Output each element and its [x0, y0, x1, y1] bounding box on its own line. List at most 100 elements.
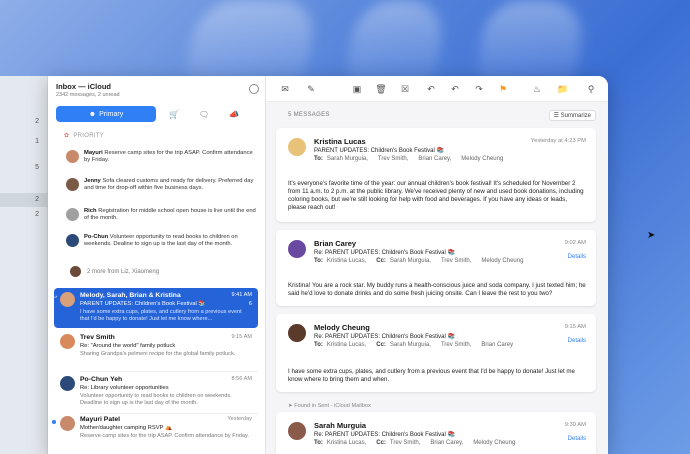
message-from: Brian Carey [314, 239, 357, 248]
mail-window: Inbox — iCloud 2342 messages, 2 unread ☻… [48, 76, 608, 454]
sidebar-count: 5 [35, 164, 39, 171]
list-item-subject: Mother/daughter camping RSVP ⛺ [80, 425, 173, 431]
priority-text: Sofa cleared customs and ready for deliv… [84, 178, 254, 192]
reply-all-icon[interactable]: ↶ [448, 82, 462, 96]
message-time: Yesterday at 4:23 PM [530, 138, 586, 144]
details-link[interactable]: Details [568, 436, 586, 442]
message-card[interactable]: Brian Carey 9:02 AM Details Re: PARENT U… [276, 230, 596, 306]
tab-updates-chat-icon[interactable]: 🗨 [192, 106, 216, 122]
priority-item[interactable]: Mayuri Reserve camp sites for the trip A… [66, 150, 256, 164]
trash-icon[interactable]: 🗑 [374, 82, 388, 96]
list-item-from: Po-Chun Yeh [80, 376, 123, 383]
avatar [66, 208, 79, 221]
filter-icon[interactable] [249, 84, 259, 94]
avatar [288, 422, 306, 440]
recipient[interactable]: Sarah Murguia, [327, 156, 368, 162]
avatar [66, 234, 79, 247]
archive-icon[interactable]: ▣ [350, 82, 364, 96]
list-item-subject: Re: Library volunteer opportunities [80, 385, 169, 391]
recipient[interactable]: Brian Carey, [418, 156, 451, 162]
recipient[interactable]: Trev Smith, [441, 258, 471, 264]
priority-from: Po-Chun [84, 234, 109, 240]
message-subject: Re: PARENT UPDATES: Children's Book Fest… [314, 334, 455, 340]
message-subject: PARENT UPDATES: Children's Book Festival… [314, 148, 444, 154]
recipient[interactable]: Kristina Lucas, [327, 258, 366, 264]
toolbar: ✉ ✎ ▣ 🗑 ☒ ↶ ↶ ↷ ⚑ ♨ 📁 ⚲ [266, 76, 608, 102]
priority-label: PRIORITY [73, 132, 105, 139]
avatar [66, 150, 79, 163]
to-label: To: [314, 258, 323, 264]
priority-more-text: 2 more from Liz, Xiaomeng [87, 268, 160, 275]
mail-icon[interactable]: ✉ [278, 82, 292, 96]
compose-icon[interactable]: ✎ [304, 82, 318, 96]
priority-more-row[interactable]: 2 more from Liz, Xiaomeng [70, 266, 159, 277]
priority-from: Mayuri [84, 150, 103, 156]
sidebar-count: 2 [35, 118, 39, 125]
message-recipients: To: Kristina Lucas, Cc: Trev Smith, Bria… [314, 440, 521, 446]
recipient[interactable]: Sarah Murguia, [390, 342, 431, 348]
priority-item[interactable]: Po-Chun Volunteer opportunity to read bo… [66, 234, 256, 248]
mailbox-title: Inbox — iCloud [56, 82, 111, 91]
search-icon[interactable]: ⚲ [584, 82, 598, 96]
list-item[interactable]: Trev Smith 9:15 AM Re: "Around the world… [54, 330, 258, 372]
priority-text: Registration for middle school open hous… [84, 208, 256, 222]
flag-icon[interactable]: ⚑ [496, 82, 510, 96]
priority-text: Volunteer opportunity to read books to c… [84, 234, 238, 248]
message-time: 9:30 AM [564, 422, 586, 428]
recipient[interactable]: Melody Cheung [481, 258, 523, 264]
sidebar-count: 2 [35, 196, 39, 203]
reply-icon[interactable]: ↶ [424, 82, 438, 96]
recipient[interactable]: Sarah Murguia, [390, 258, 431, 264]
priority-item[interactable]: Rich Registration for middle school open… [66, 208, 256, 222]
recipient[interactable]: Trev Smith, [378, 156, 408, 162]
move-to-folder-icon[interactable]: 📁 [556, 82, 570, 96]
cc-label: Cc: [376, 258, 386, 264]
recipient[interactable]: Melody Cheung [473, 440, 515, 446]
recipient[interactable]: Trev Smith, [441, 342, 471, 348]
tab-promotions-megaphone-icon[interactable]: 📣 [222, 106, 246, 122]
recipient[interactable]: Kristina Lucas, [327, 342, 366, 348]
message-list-pane: Inbox — iCloud 2342 messages, 2 unread ☻… [48, 76, 266, 454]
list-item[interactable]: Po-Chun Yeh 8:56 AM Re: Library voluntee… [54, 372, 258, 414]
message-card[interactable]: Sarah Murguia 9:30 AM Details Re: PARENT… [276, 412, 596, 454]
list-item-time: Yesterday [227, 416, 252, 422]
list-item-snippet: Volunteer opportunity to read books to c… [80, 393, 232, 407]
list-item-from: Mayuri Patel [80, 416, 121, 423]
list-item-subject: Re: "Around the world" family potluck [80, 343, 176, 349]
message-from: Kristina Lucas [314, 137, 366, 146]
to-label: To: [314, 156, 323, 162]
list-header: Inbox — iCloud 2342 messages, 2 unread [56, 82, 120, 98]
recipient[interactable]: Melody Cheung [461, 156, 503, 162]
sidebar-selected-row[interactable] [0, 193, 48, 207]
details-link[interactable]: Details [568, 254, 586, 260]
tab-primary[interactable]: ☻ Primary [56, 106, 156, 122]
list-item[interactable]: Mayuri Patel Yesterday Mother/daughter c… [52, 412, 258, 454]
details-link[interactable]: Details [568, 338, 586, 344]
list-item[interactable]: ↩ Melody, Sarah, Brian & Kristina 9:41 A… [52, 288, 258, 328]
sidebar-count: 1 [35, 138, 39, 145]
priority-section-header: ✿ PRIORITY [64, 132, 105, 140]
tab-primary-label: Primary [99, 110, 124, 118]
forward-icon[interactable]: ↷ [472, 82, 486, 96]
message-card[interactable]: Melody Cheung 9:15 AM Details Re: PARENT… [276, 314, 596, 392]
message-card[interactable]: Kristina Lucas Yesterday at 4:23 PM PARE… [276, 128, 596, 222]
list-item-from: Melody, Sarah, Brian & Kristina [80, 292, 181, 299]
avatar [288, 240, 306, 258]
recipient[interactable]: Brian Carey, [430, 440, 463, 446]
cc-label: Cc: [376, 440, 386, 446]
thread-message-count: 5 MESSAGES [288, 112, 330, 118]
avatar [60, 376, 75, 391]
recipient[interactable]: Kristina Lucas, [327, 440, 366, 446]
priority-item[interactable]: Jenny Sofa cleared customs and ready for… [66, 178, 256, 192]
list-item-snippet: Sharing Grandpa's pelmeni recipe for the… [80, 351, 236, 357]
recipient[interactable]: Brian Carey [481, 342, 513, 348]
recipient[interactable]: Trev Smith, [390, 440, 420, 446]
summarize-button[interactable]: ☰ Summarize [548, 110, 596, 121]
avatar [70, 266, 81, 277]
avatar [60, 334, 75, 349]
bell-icon[interactable]: ♨ [530, 82, 544, 96]
list-item-from: Trev Smith [80, 334, 115, 341]
tab-transactions-cart-icon[interactable]: 🛒 [162, 106, 186, 122]
list-item-subject: PARENT UPDATES: Children's Book Festival… [80, 301, 206, 307]
junk-icon[interactable]: ☒ [398, 82, 412, 96]
